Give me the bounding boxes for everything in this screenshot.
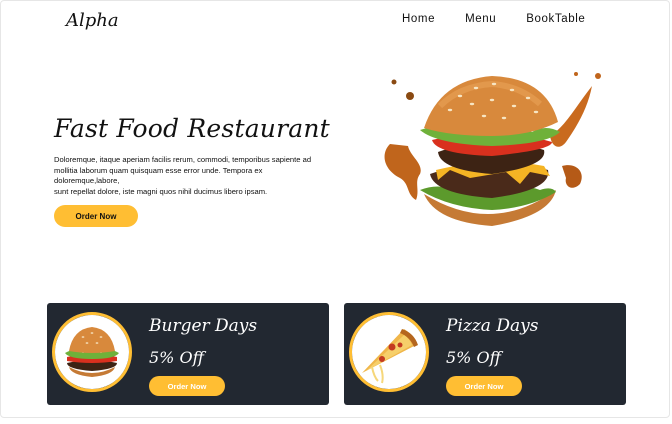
hero-title: Fast Food Restaurant [54, 114, 330, 143]
burger-image-ring [52, 312, 132, 392]
offer-title: Burger Days [149, 316, 258, 336]
offer-card-pizza: Pizza Days 5% Off Order Now [344, 303, 626, 405]
burger-order-button[interactable]: Order Now [149, 376, 225, 396]
nav-menu[interactable]: Menu [465, 13, 496, 25]
offer-discount: 5% Off [149, 348, 204, 367]
pizza-order-button[interactable]: Order Now [446, 376, 522, 396]
hero-order-button[interactable]: Order Now [54, 205, 138, 227]
offer-card-burger: Burger Days 5% Off Order Now [47, 303, 329, 405]
hero-burger-image [384, 72, 601, 226]
hero-text-line: Doloremque, itaque aperiam facilis rerum… [54, 155, 312, 164]
burger-image [55, 315, 129, 389]
brand-logo[interactable]: Alpha [66, 10, 119, 31]
nav-booktable[interactable]: BookTable [526, 13, 585, 25]
hero-text-line: sunt repellat dolore, iste magni quos ni… [54, 186, 268, 196]
pizza-image [352, 315, 426, 389]
hero-text-line: doloremque,labore, [54, 176, 120, 185]
main-nav: Home Menu BookTable [402, 13, 615, 25]
hero-description: Doloremque, itaque aperiam facilis rerum… [54, 155, 354, 197]
offer-discount: 5% Off [446, 348, 501, 367]
offer-title: Pizza Days [446, 316, 539, 336]
pizza-image-ring [349, 312, 429, 392]
nav-home[interactable]: Home [402, 13, 435, 25]
hero-text-line: mollitia laborum quam quisquam esse erro… [54, 165, 263, 175]
